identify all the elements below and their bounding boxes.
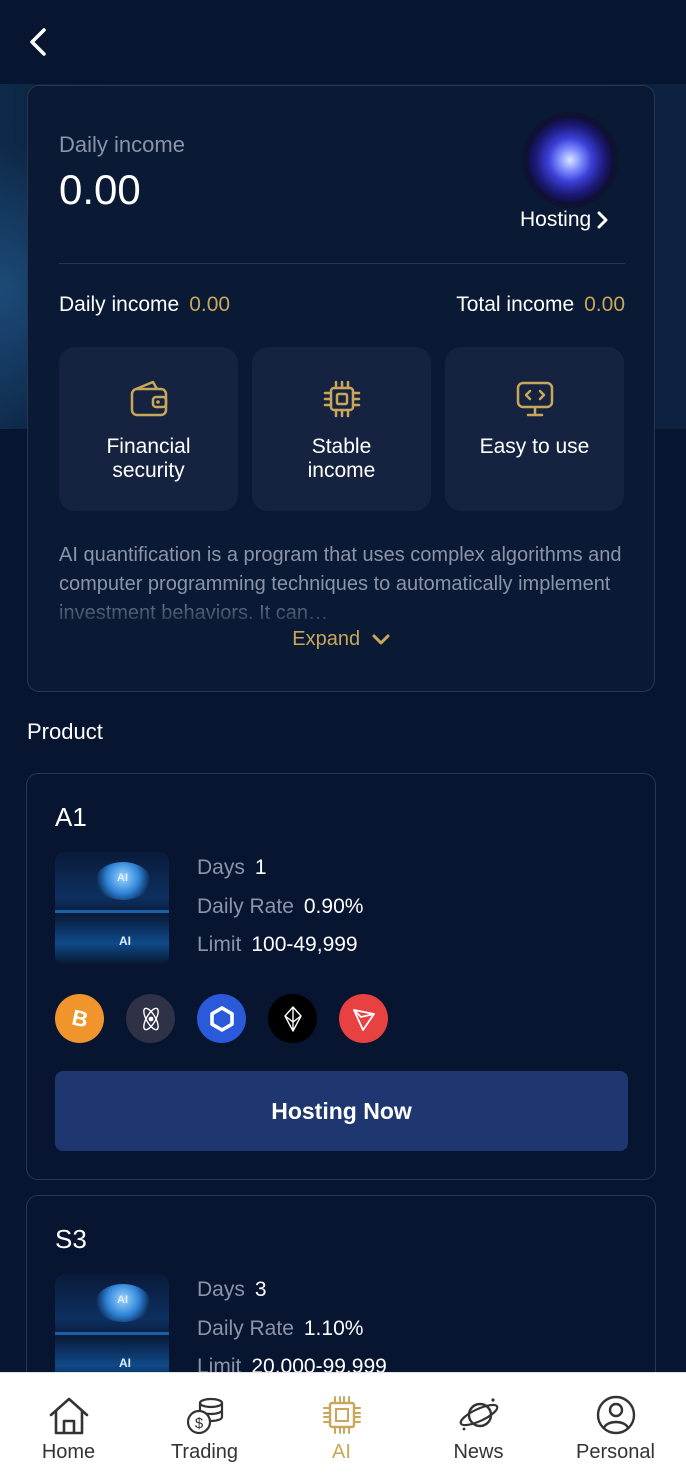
expand-button[interactable]: Expand — [28, 628, 654, 651]
product-daily-rate: Daily Rate 1.10% — [197, 1317, 363, 1341]
feature-label: Stable income — [307, 435, 376, 482]
back-button[interactable] — [20, 22, 60, 62]
limit-value: 100-49,999 — [251, 933, 358, 956]
wallet-icon — [130, 380, 167, 417]
chevron-down-icon — [372, 634, 390, 645]
svg-text:$: $ — [194, 1415, 203, 1432]
total-income-stat-value: 0.00 — [584, 293, 625, 316]
cosmos-icon — [126, 994, 175, 1043]
daily-income-label: Daily income — [59, 132, 185, 157]
daily-rate-label: Daily Rate — [197, 895, 294, 918]
top-bar — [0, 0, 686, 84]
product-days: Days 3 — [197, 1278, 267, 1302]
daily-rate-value: 1.10% — [303, 1317, 364, 1340]
daily-rate-label: Daily Rate — [197, 1317, 294, 1340]
coins-icon: $ — [186, 1397, 223, 1435]
eos-icon — [268, 994, 317, 1043]
feature-label: Financial security — [106, 435, 191, 482]
home-icon — [49, 1397, 88, 1435]
chevron-right-icon — [597, 211, 608, 229]
ai-chip-icon — [322, 1396, 361, 1434]
product-card-a1: A1 AI AI Days 1 Daily Rate 0.90% Limit 100-… — [26, 773, 656, 1180]
hosting-orb-image[interactable] — [526, 116, 614, 204]
feature-financial-security: Financial security — [59, 347, 238, 511]
tron-icon — [339, 994, 388, 1043]
bottom-tab-bar: Home $ Trading AI News Personal — [0, 1372, 686, 1484]
days-value: 3 — [254, 1278, 267, 1301]
total-income-stat: Total income 0.00 — [456, 293, 625, 317]
expand-label: Expand — [292, 628, 361, 650]
tab-label: Personal — [576, 1441, 655, 1463]
monitor-code-icon — [516, 381, 553, 417]
chip-icon — [323, 380, 360, 418]
daily-income-stat: Daily income 0.00 — [59, 293, 230, 317]
daily-rate-value: 0.90% — [303, 895, 364, 918]
hosting-link[interactable]: Hosting — [520, 208, 609, 232]
total-income-stat-label: Total income — [456, 293, 575, 316]
svg-text:B: B — [69, 1005, 90, 1032]
income-summary-card: Daily income 0.00 Hosting Daily income 0.… — [27, 85, 655, 692]
product-image: AI AI — [55, 1274, 169, 1388]
tab-label: News — [453, 1441, 504, 1463]
user-icon — [596, 1395, 635, 1435]
tab-news[interactable]: News — [410, 1373, 547, 1484]
product-limit: Limit 100-49,999 — [197, 933, 358, 957]
hosting-link-label: Hosting — [520, 208, 592, 231]
tab-label: Home — [41, 1441, 96, 1463]
ai-hosting-page: Daily income 0.00 Hosting Daily income 0.… — [0, 0, 686, 1484]
ai-description: AI quantification is a program that uses… — [59, 544, 622, 624]
limit-label: Limit — [197, 933, 242, 956]
chevron-left-icon — [30, 28, 46, 56]
product-image: AI AI — [55, 852, 169, 966]
days-label: Days — [197, 1278, 245, 1301]
hosting-now-button[interactable]: Hosting Now — [55, 1071, 628, 1151]
product-days: Days 1 — [197, 856, 267, 880]
tab-label: AI — [332, 1441, 351, 1463]
tab-trading[interactable]: $ Trading — [136, 1373, 273, 1484]
tab-label: Trading — [170, 1441, 239, 1463]
days-value: 1 — [254, 856, 267, 879]
tab-ai[interactable]: AI — [273, 1373, 410, 1484]
tab-home[interactable]: Home — [0, 1373, 137, 1484]
daily-income-stat-label: Daily income — [59, 293, 180, 316]
feature-stable-income: Stable income — [252, 347, 431, 511]
daily-income-stat-value: 0.00 — [189, 293, 231, 316]
bitcoin-icon: B — [55, 994, 104, 1043]
supported-coins: B — [55, 994, 388, 1043]
tab-personal[interactable]: Personal — [547, 1373, 684, 1484]
product-name: S3 — [55, 1224, 87, 1254]
daily-income-value: 0.00 — [59, 166, 141, 213]
days-label: Days — [197, 856, 245, 879]
planet-icon — [459, 1398, 498, 1431]
feature-easy-to-use: Easy to use — [445, 347, 624, 511]
divider — [59, 263, 625, 264]
feature-label: Easy to use — [479, 435, 590, 458]
chainlink-icon — [197, 994, 246, 1043]
product-name: A1 — [55, 802, 87, 832]
product-section-title: Product — [27, 719, 103, 744]
income-stats-row: Daily income 0.00 Total income 0.00 — [59, 293, 625, 323]
product-daily-rate: Daily Rate 0.90% — [197, 895, 363, 919]
